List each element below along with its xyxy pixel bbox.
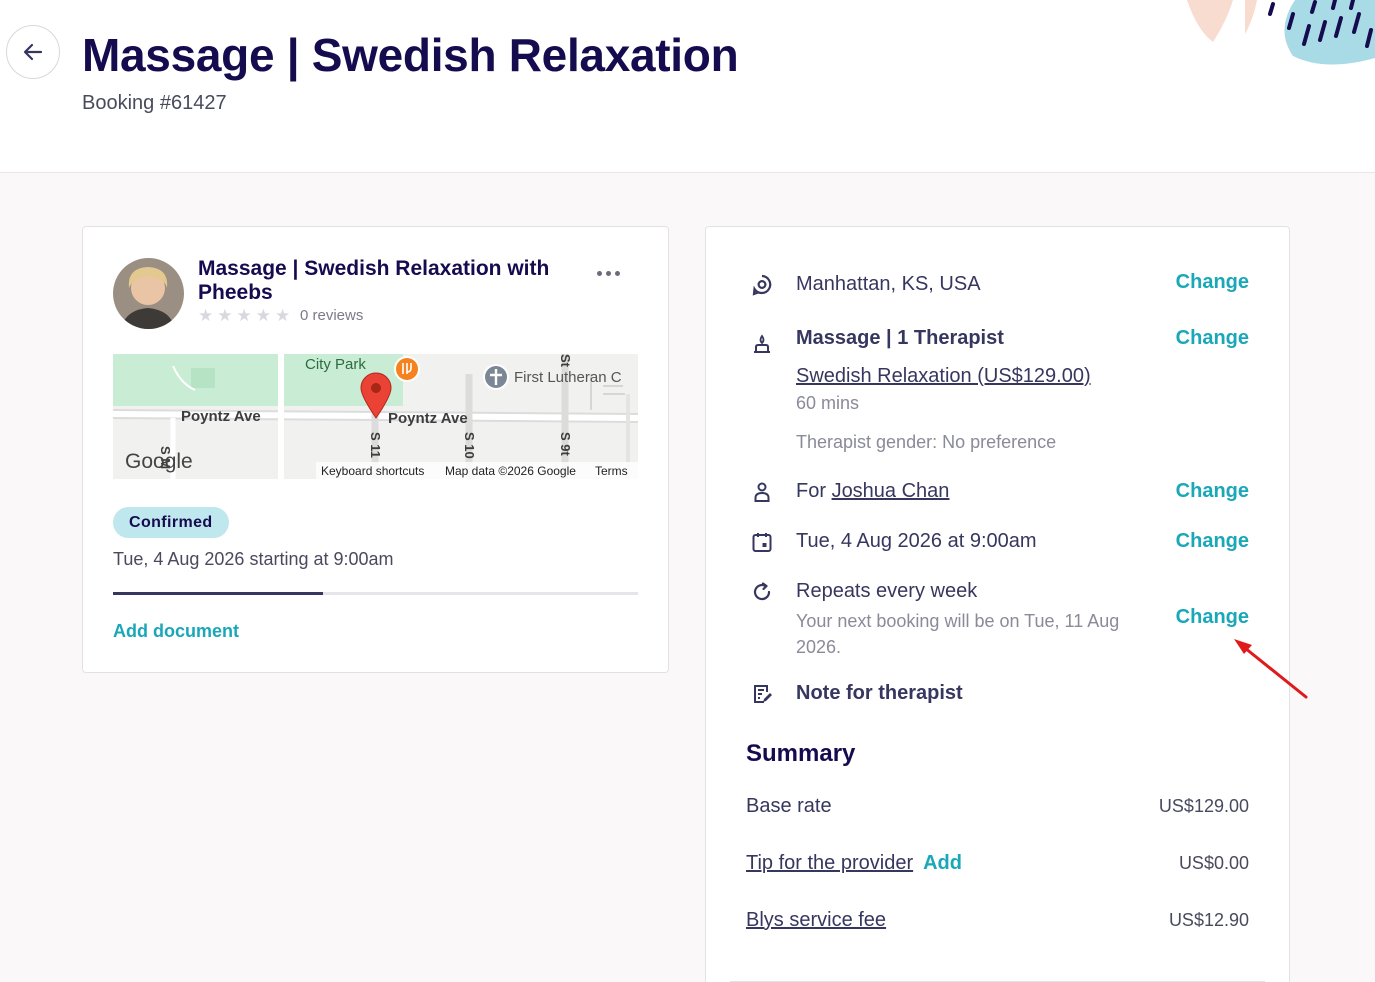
note-icon (754, 685, 772, 703)
provider-card: Massage | Swedish Relaxation with Pheebs… (82, 226, 669, 673)
service-fee-row: Blys service fee (746, 909, 886, 932)
change-recurring-button[interactable]: Change (1176, 606, 1249, 629)
page-header: Massage | Swedish Relaxation Booking #61… (0, 0, 1375, 173)
star-icon: ★ (275, 306, 291, 325)
calendar-icon (752, 533, 772, 552)
booking-date-text: Tue, 4 Aug 2026 at 9:00am (796, 530, 1037, 552)
map-label: Poyntz Ave (181, 408, 261, 425)
review-count: 0 reviews (300, 307, 364, 324)
map-label: S 11 (368, 432, 383, 459)
star-icon: ★ (236, 306, 252, 325)
arrow-left-icon (23, 43, 43, 61)
google-logo: Google (125, 450, 193, 473)
location-icon (752, 274, 772, 296)
booking-details-card: Manhattan, KS, USA Change Massage | 1 Th… (705, 226, 1290, 982)
change-recipient-button[interactable]: Change (1176, 480, 1249, 503)
booking-number: Booking #61427 (82, 92, 227, 114)
provider-service-title[interactable]: Massage | Swedish Relaxation with Pheebs (198, 257, 568, 305)
repeat-icon (753, 582, 771, 601)
tip-amount: US$0.00 (1178, 853, 1249, 873)
recipient-prefix: For (796, 480, 832, 502)
map-data-text: Map data ©2026 Google (445, 464, 576, 478)
star-icon: ★ (255, 306, 271, 325)
therapist-gender-preference: Therapist gender: No preference (796, 432, 1057, 452)
service-fee-amount: US$12.90 (1168, 910, 1249, 930)
add-document-link[interactable]: Add document (113, 621, 239, 642)
recipient-name-link[interactable]: Joshua Chan (832, 480, 950, 502)
dot-icon (606, 271, 611, 276)
status-badge: Confirmed (113, 507, 229, 538)
change-service-button[interactable]: Change (1176, 327, 1249, 350)
star-icon: ★ (217, 306, 233, 325)
more-options-button[interactable] (597, 271, 620, 276)
rating-stars: ★ ★ ★ ★ ★ (198, 307, 290, 325)
change-location-button[interactable]: Change (1176, 271, 1249, 294)
recipient-text: For Joshua Chan (796, 480, 949, 503)
service-fee-label-link[interactable]: Blys service fee (746, 909, 886, 931)
booking-start-time: Tue, 4 Aug 2026 starting at 9:00am (113, 549, 394, 569)
tip-label-link[interactable]: Tip for the provider (746, 852, 913, 874)
service-option-link[interactable]: Swedish Relaxation (US$129.00) (796, 365, 1091, 388)
note-for-therapist[interactable]: Note for therapist (796, 682, 963, 705)
booking-progress-fill (113, 592, 323, 595)
back-button[interactable] (6, 25, 60, 79)
location-map[interactable]: City Park Poyntz Ave Poyntz Ave First Lu… (113, 354, 638, 479)
terms-link[interactable]: Terms (595, 464, 628, 478)
avatar[interactable] (113, 258, 184, 329)
map-label: Poyntz Ave (388, 410, 468, 427)
recurring-text: Repeats every week (796, 580, 978, 602)
person-icon (754, 482, 770, 502)
service-duration: 60 mins (796, 393, 860, 413)
map-label: First Lutheran C (514, 369, 622, 386)
star-icon: ★ (198, 306, 214, 325)
dot-icon (615, 271, 620, 276)
candle-icon (754, 334, 770, 353)
location-text: Manhattan, KS, USA (796, 273, 981, 295)
dot-icon (597, 271, 602, 276)
next-booking-text: Your next booking will be on Tue, 11 Aug… (796, 611, 1120, 657)
booking-progress-bar (113, 592, 638, 595)
tip-row: Tip for the provider Add (746, 852, 962, 875)
map-label: City Park (305, 356, 366, 373)
page-title: Massage | Swedish Relaxation (82, 29, 739, 81)
annotation-arrow-icon (1234, 639, 1308, 699)
map-label: S 10 (462, 432, 477, 459)
service-type-text: Massage | 1 Therapist (796, 327, 1004, 349)
change-date-button[interactable]: Change (1176, 530, 1249, 553)
keyboard-shortcuts-link[interactable]: Keyboard shortcuts (321, 464, 424, 478)
add-tip-button[interactable]: Add (923, 852, 962, 874)
decorative-pattern (1187, 0, 1375, 65)
map-label: St (558, 354, 573, 367)
base-rate-amount: US$129.00 (1158, 796, 1249, 816)
base-rate-label: Base rate (746, 795, 832, 817)
summary-title: Summary (746, 740, 856, 767)
map-label: S 9t (558, 432, 573, 456)
